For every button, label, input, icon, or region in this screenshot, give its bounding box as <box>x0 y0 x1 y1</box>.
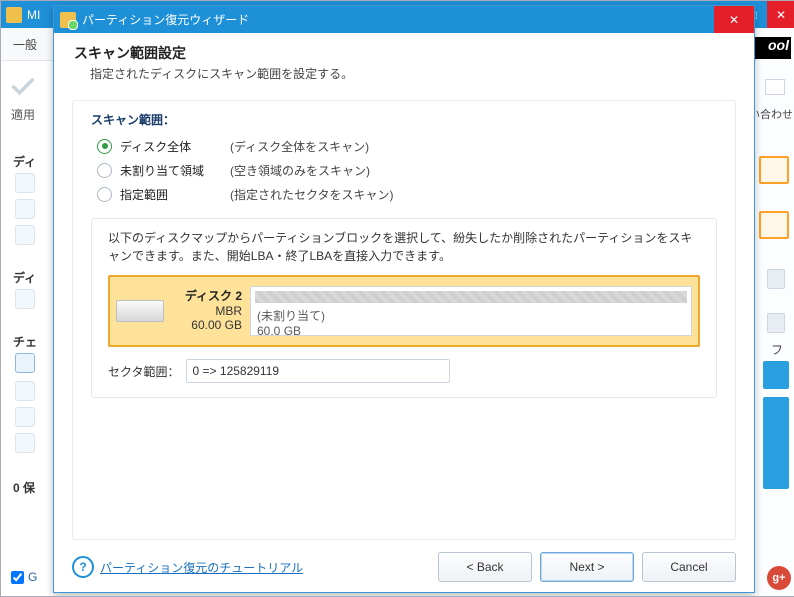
option-unallocated-label: 未割り当て領域 <box>120 162 230 179</box>
disk-name: ディスク 2 <box>172 289 242 303</box>
option-unallocated[interactable]: 未割り当て領域 (空き領域のみをスキャン) <box>97 158 717 182</box>
bg-section-3: チェ <box>13 333 37 350</box>
bg-tool-icon-7[interactable] <box>15 433 35 453</box>
disk-size: 60.00 GB <box>172 318 242 332</box>
bg-tool-icon-5[interactable] <box>15 381 35 401</box>
radio-full-disk[interactable] <box>97 139 112 154</box>
parent-title: MI <box>27 8 40 22</box>
tab-general[interactable]: 一般 <box>13 36 37 53</box>
wizard-icon <box>60 12 76 28</box>
bg-tool-icon-6[interactable] <box>15 407 35 427</box>
partition-size: 60.0 GB <box>257 324 325 338</box>
scan-range-group-label: スキャン範囲： <box>91 111 717 128</box>
option-full-disk-desc: (ディスク全体をスキャン) <box>230 138 369 155</box>
wizard-heading: スキャン範囲設定 <box>74 43 734 63</box>
sector-range-input[interactable]: 0 => 125829119 <box>186 359 450 383</box>
contact-label[interactable]: い合わせ <box>749 106 793 122</box>
app-icon <box>6 7 22 23</box>
disk-meta: ディスク 2 MBR 60.00 GB <box>172 289 250 332</box>
radio-unallocated[interactable] <box>97 163 112 178</box>
help-icon[interactable]: ? <box>72 556 94 578</box>
right-blue-box-1[interactable] <box>763 361 789 389</box>
right-disk-box-1[interactable] <box>759 156 789 184</box>
option-specified-label: 指定範囲 <box>120 186 230 203</box>
partition-recovery-wizard: パーティション復元ウィザード ✕ スキャン範囲設定 指定されたディスクにスキャン… <box>53 5 755 593</box>
next-button[interactable]: Next > <box>540 552 634 582</box>
bg-bottom-checkbox[interactable]: G <box>11 570 37 584</box>
diskmap-panel: 以下のディスクマップからパーティションブロックを選択して、紛失したか削除されたパ… <box>91 218 717 398</box>
bg-tool-icon-4[interactable] <box>15 289 35 309</box>
google-plus-icon[interactable]: g+ <box>767 566 791 590</box>
option-full-disk-label: ディスク全体 <box>120 138 230 155</box>
scroll-up-icon[interactable] <box>767 269 785 289</box>
bg-tool-icon-3[interactable] <box>15 225 35 245</box>
sector-range-row: セクタ範囲： 0 => 125829119 <box>108 359 700 383</box>
bg-tool-icon-1[interactable] <box>15 173 35 193</box>
sector-range-label: セクタ範囲： <box>108 363 180 380</box>
sector-range-value: 0 => 125829119 <box>193 364 280 378</box>
wrench-icon[interactable] <box>15 353 35 373</box>
wizard-subheading: 指定されたディスクにスキャン範囲を設定する。 <box>90 65 734 82</box>
mail-icon[interactable] <box>765 79 785 95</box>
right-letter: フ <box>771 341 783 358</box>
disk-map[interactable]: ディスク 2 MBR 60.00 GB (未割り当て) 60.0 GB <box>108 275 700 347</box>
wizard-close-button[interactable]: ✕ <box>714 6 754 33</box>
right-disk-box-2[interactable] <box>759 211 789 239</box>
wizard-body: スキャン範囲： ディスク全体 (ディスク全体をスキャン) 未割り当て領域 (空き… <box>72 100 736 540</box>
wizard-footer: ? パーティション復元のチュートリアル < Back Next > Cancel <box>54 542 754 592</box>
tutorial-link[interactable]: パーティション復元のチュートリアル <box>100 559 303 576</box>
gpt-checkbox-label: G <box>28 570 37 584</box>
gpt-checkbox[interactable] <box>11 571 24 584</box>
bg-section-4: 0 保 <box>13 479 35 496</box>
option-specified-desc: (指定されたセクタをスキャン) <box>230 186 394 203</box>
parent-close-button[interactable]: ✕ <box>767 1 794 28</box>
option-specified[interactable]: 指定範囲 (指定されたセクタをスキャン) <box>97 182 717 206</box>
apply-label[interactable]: 適用 <box>11 106 35 123</box>
partition-block-unallocated[interactable]: (未割り当て) 60.0 GB <box>250 286 692 336</box>
back-button[interactable]: < Back <box>438 552 532 582</box>
brand-fragment: ool <box>749 37 791 59</box>
diskmap-description: 以下のディスクマップからパーティションブロックを選択して、紛失したか削除されたパ… <box>108 229 700 265</box>
checkmark-icon <box>9 73 37 101</box>
right-blue-box-2[interactable] <box>763 397 789 489</box>
radio-specified[interactable] <box>97 187 112 202</box>
cancel-button[interactable]: Cancel <box>642 552 736 582</box>
bg-tool-icon-2[interactable] <box>15 199 35 219</box>
partition-text: (未割り当て) 60.0 GB <box>257 307 325 338</box>
option-full-disk[interactable]: ディスク全体 (ディスク全体をスキャン) <box>97 134 717 158</box>
bg-section-1: ディ <box>13 153 36 170</box>
partition-bar <box>255 291 687 303</box>
partition-label: (未割り当て) <box>257 307 325 324</box>
wizard-title-bar: パーティション復元ウィザード ✕ <box>54 6 754 33</box>
bg-section-2: ディ <box>13 269 36 286</box>
disk-icon <box>116 300 164 322</box>
help-link-row: ? パーティション復元のチュートリアル <box>72 556 303 578</box>
scroll-down-icon[interactable] <box>767 313 785 333</box>
disk-scheme: MBR <box>172 304 242 318</box>
wizard-title: パーティション復元ウィザード <box>82 11 249 28</box>
option-unallocated-desc: (空き領域のみをスキャン) <box>230 162 370 179</box>
wizard-header: スキャン範囲設定 指定されたディスクにスキャン範囲を設定する。 <box>54 33 754 90</box>
